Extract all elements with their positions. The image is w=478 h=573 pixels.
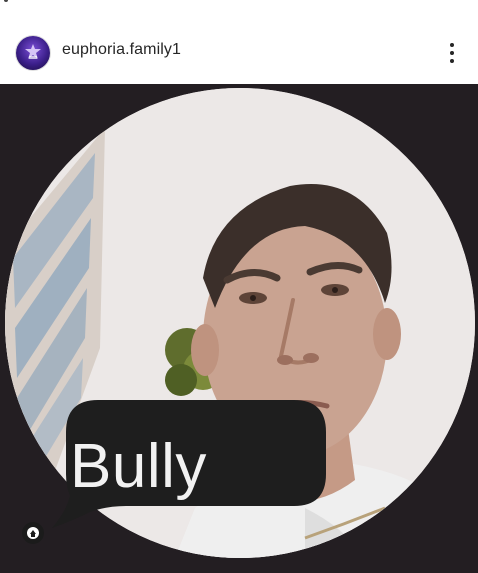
more-options-icon[interactable]: [440, 40, 464, 66]
sound-toggle-icon[interactable]: [22, 522, 44, 544]
post-media[interactable]: Bully: [0, 84, 478, 573]
euphoria-logo-icon: [25, 44, 41, 59]
bubble-text: Bully: [70, 432, 207, 501]
post-header: euphoria.family1: [0, 0, 478, 84]
avatar[interactable]: [16, 36, 50, 70]
username-link[interactable]: euphoria.family1: [62, 41, 181, 59]
instagram-post: euphoria.family1 Bully: [0, 0, 478, 573]
